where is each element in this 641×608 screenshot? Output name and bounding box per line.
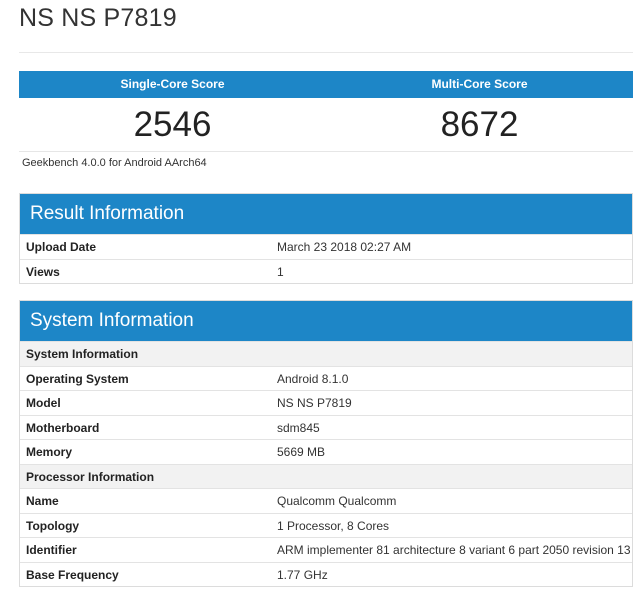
table-row: Identifier ARM implementer 81 architectu… bbox=[20, 537, 632, 562]
table-row: Memory 5669 MB bbox=[20, 439, 632, 464]
row-label: Topology bbox=[26, 518, 80, 533]
table-row: Views 1 bbox=[20, 258, 632, 284]
row-label: Views bbox=[26, 264, 60, 279]
multi-core-score-value: 8672 bbox=[440, 105, 519, 144]
section-label: System Information bbox=[26, 347, 139, 361]
multi-core-score-label: Multi-Core Score bbox=[431, 77, 528, 91]
system-information-heading: System Information bbox=[20, 301, 632, 341]
row-label: Motherboard bbox=[26, 420, 100, 435]
table-row: Model NS NS P7819 bbox=[20, 390, 632, 415]
table-row: Topology 1 Processor, 8 Cores bbox=[20, 512, 632, 538]
table-row: Motherboard sdm845 bbox=[20, 414, 632, 440]
benchmark-version: Geekbench 4.0.0 for Android AArch64 bbox=[22, 157, 207, 169]
section-header-processor: Processor Information bbox=[20, 463, 632, 488]
row-value: ARM implementer 81 architecture 8 varian… bbox=[277, 543, 631, 557]
row-label: Operating System bbox=[26, 371, 129, 386]
row-value: 5669 MB bbox=[277, 445, 326, 459]
result-information-heading: Result Information bbox=[20, 194, 632, 234]
row-label: Model bbox=[26, 396, 61, 410]
row-value: 1 bbox=[277, 264, 284, 279]
row-value: 1 Processor, 8 Cores bbox=[277, 518, 390, 533]
system-information-panel: System Information System Information Op… bbox=[19, 300, 633, 587]
row-value: Qualcomm Qualcomm bbox=[277, 494, 397, 508]
row-value: sdm845 bbox=[277, 420, 320, 435]
table-row: Base Frequency 1.77 GHz bbox=[20, 561, 632, 587]
section-header-system: System Information bbox=[20, 341, 632, 366]
row-value: Android 8.1.0 bbox=[277, 371, 349, 386]
row-label: Base Frequency bbox=[26, 567, 119, 582]
row-value: 1.77 GHz bbox=[277, 567, 328, 582]
title-divider bbox=[19, 52, 633, 53]
table-row: Upload Date March 23 2018 02:27 AM bbox=[20, 234, 632, 259]
row-label: Name bbox=[26, 494, 59, 508]
row-value: March 23 2018 02:27 AM bbox=[277, 240, 412, 254]
score-header: Single-Core Score Multi-Core Score bbox=[19, 71, 633, 98]
score-values: 2546 8672 bbox=[19, 99, 633, 152]
page-title: NS NS P7819 bbox=[19, 4, 177, 32]
table-row: Name Qualcomm Qualcomm bbox=[20, 488, 632, 513]
row-label: Identifier bbox=[26, 543, 77, 557]
single-core-score-value: 2546 bbox=[133, 105, 212, 144]
row-label: Memory bbox=[26, 445, 73, 459]
table-row: Operating System Android 8.1.0 bbox=[20, 365, 632, 391]
row-label: Upload Date bbox=[26, 240, 97, 254]
row-value: NS NS P7819 bbox=[277, 396, 352, 410]
single-core-score-label: Single-Core Score bbox=[120, 77, 225, 91]
section-label: Processor Information bbox=[26, 469, 155, 484]
result-information-panel: Result Information Upload Date March 23 … bbox=[19, 193, 633, 284]
